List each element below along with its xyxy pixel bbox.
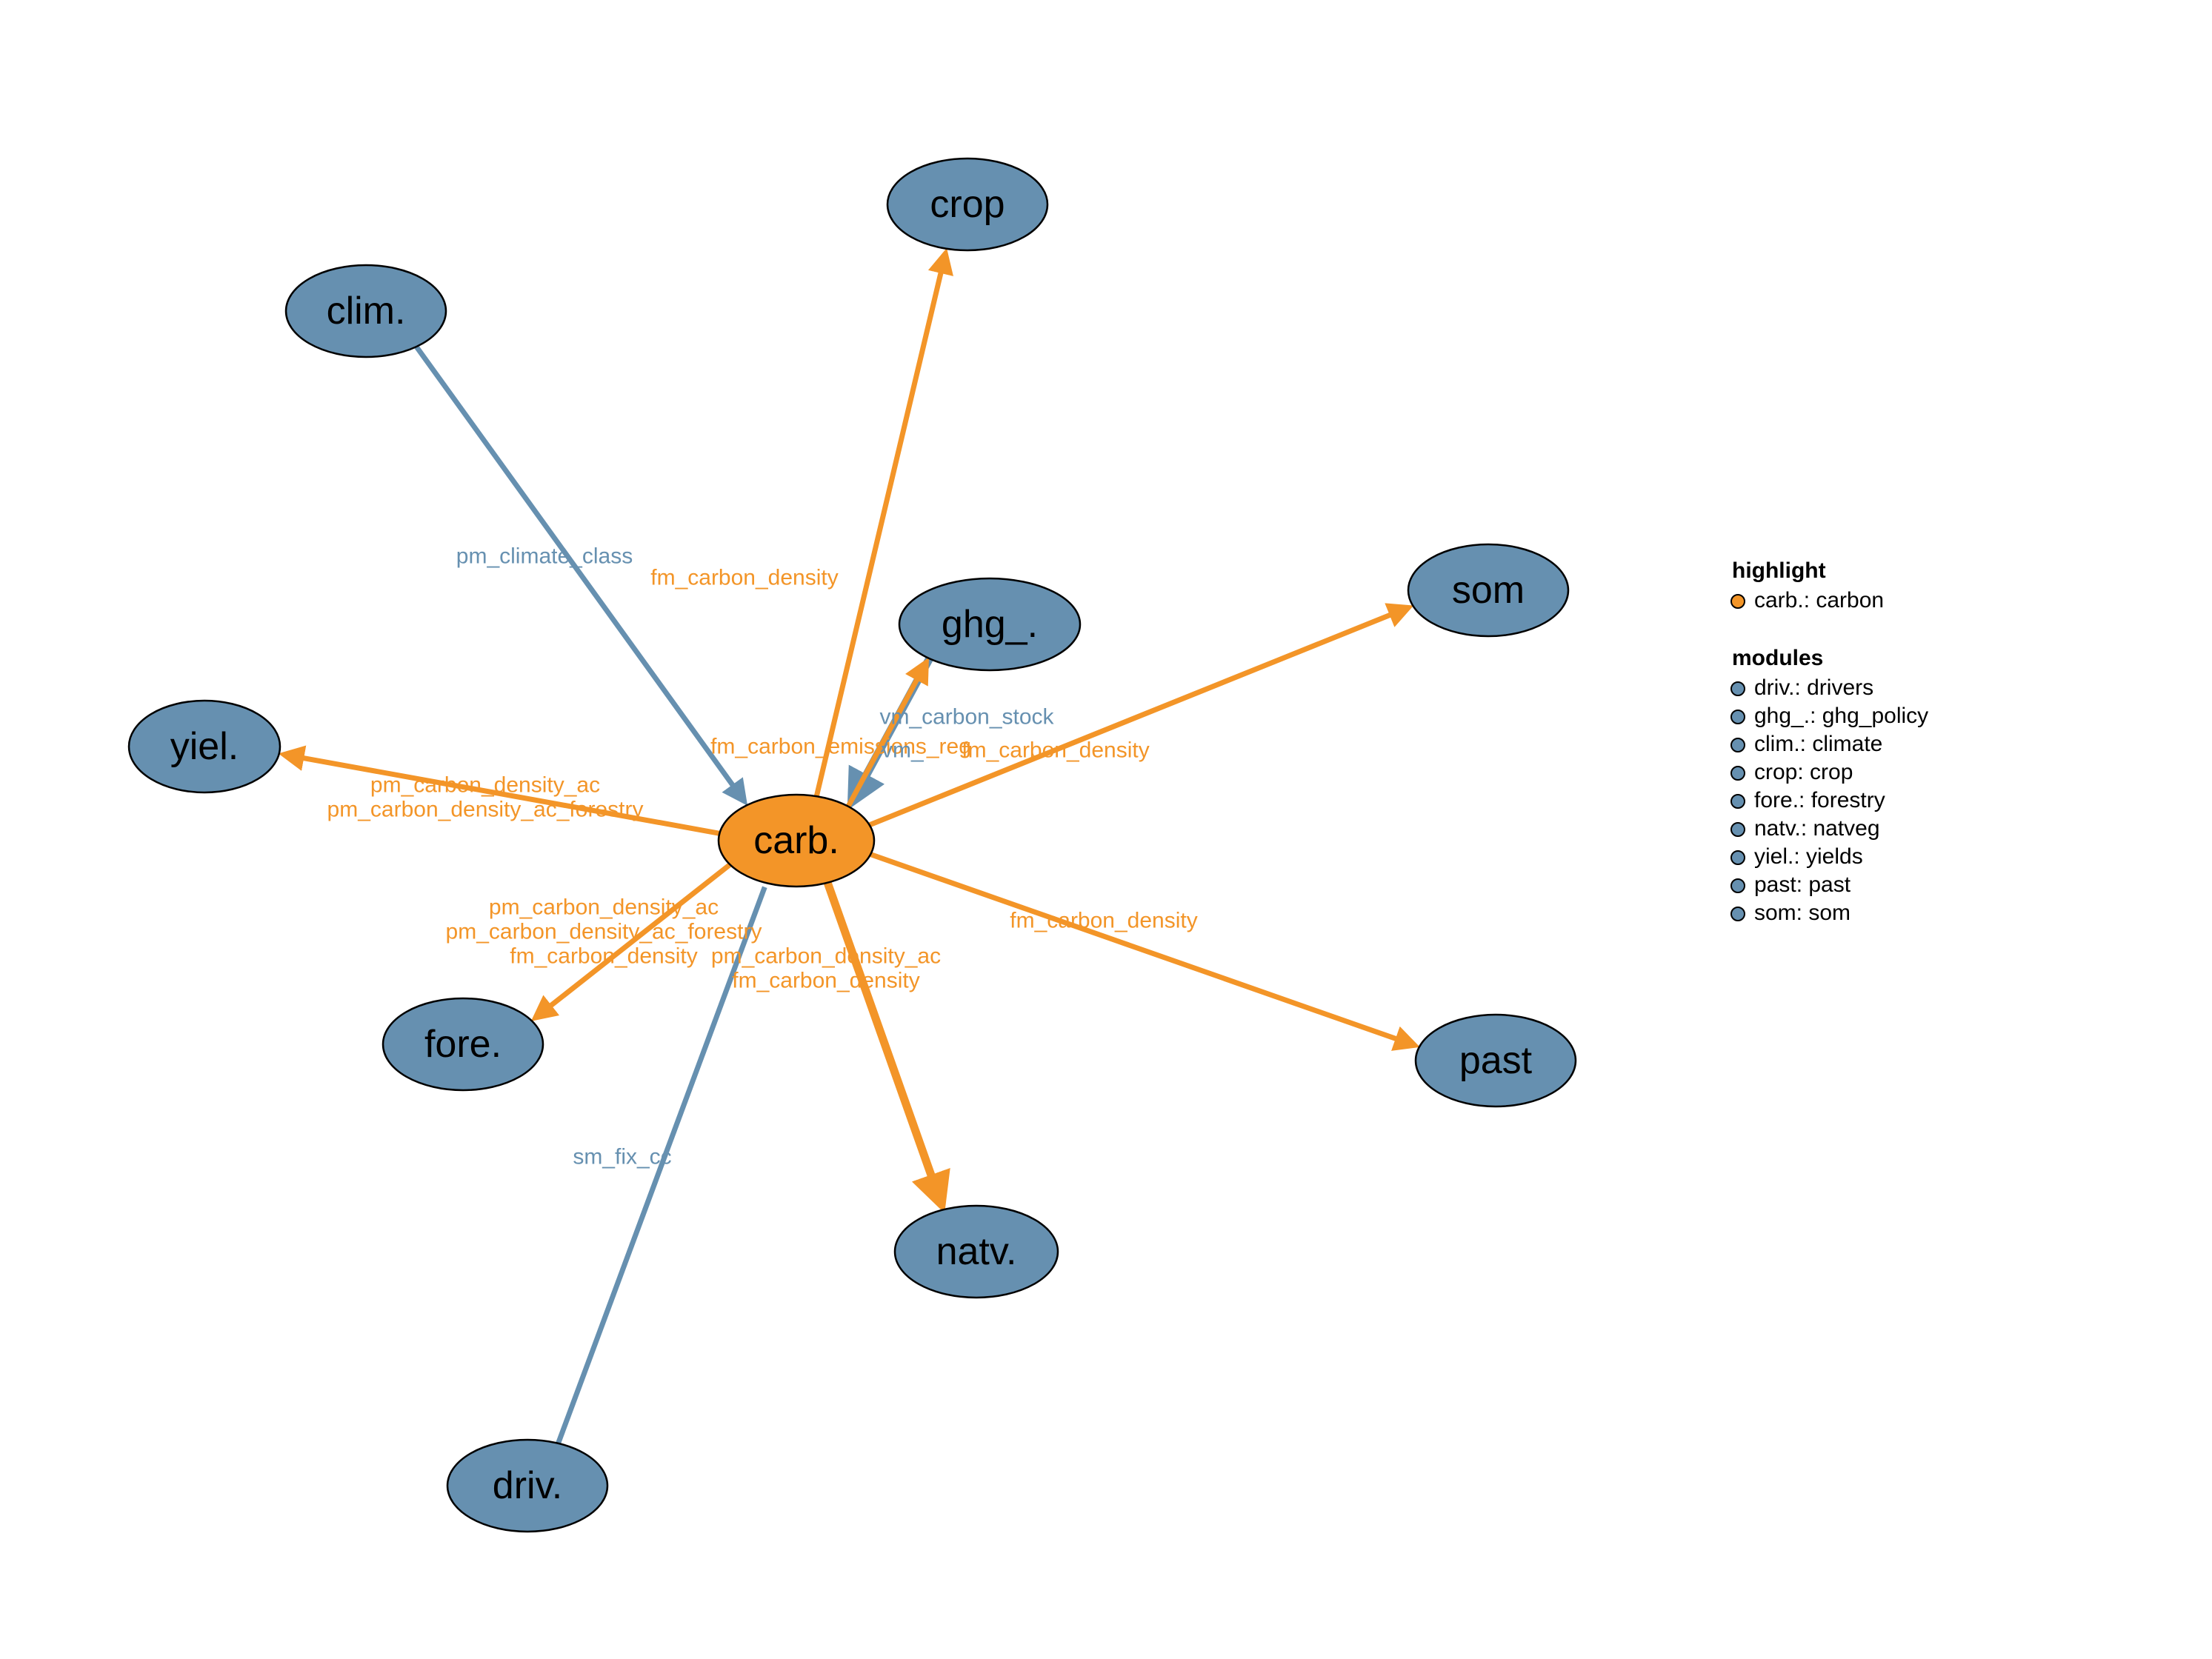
legend-dot-icon bbox=[1731, 879, 1745, 892]
node-label: yiel. bbox=[170, 725, 239, 768]
edge-label: pm_climate_class bbox=[456, 544, 633, 569]
node-fore: fore. bbox=[383, 998, 543, 1090]
edge-carb-natv bbox=[827, 883, 942, 1206]
legend-label: crop: crop bbox=[1754, 760, 1853, 784]
network-diagram: pm_climate_classfm_carbon_densityvm_carb… bbox=[0, 0, 2212, 1659]
node-label: natv. bbox=[936, 1230, 1017, 1273]
legend-row: carb.: carbon bbox=[1731, 588, 1884, 612]
edge-label: pm_carbon_density_ac bbox=[370, 773, 600, 798]
node-label: crop bbox=[930, 183, 1005, 226]
edge-label: vm_carbon_stock bbox=[879, 705, 1054, 730]
legend-dot-icon bbox=[1731, 851, 1745, 864]
edge-label: fm_carbon_density bbox=[510, 944, 697, 969]
legend-row: som: som bbox=[1731, 901, 1850, 925]
node-crop: crop bbox=[887, 158, 1047, 250]
edge-carb-past bbox=[870, 855, 1415, 1046]
legend-label: fore.: forestry bbox=[1754, 788, 1885, 812]
legend-row: driv.: drivers bbox=[1731, 675, 1873, 700]
legend-row: crop: crop bbox=[1731, 760, 1853, 784]
legend: highlight carb.: carbon modules driv.: d… bbox=[1731, 558, 1928, 925]
edge-label: fm_carbon_emissions_reg bbox=[710, 735, 971, 759]
legend-dot-icon bbox=[1731, 682, 1745, 695]
legend-dot-icon bbox=[1731, 767, 1745, 780]
edge-label: fm_carbon_density bbox=[1010, 909, 1197, 933]
node-label: ghg_. bbox=[942, 603, 1038, 646]
legend-label: som: som bbox=[1754, 901, 1850, 925]
legend-dot-icon bbox=[1731, 595, 1745, 608]
legend-label: carb.: carbon bbox=[1754, 588, 1884, 612]
legend-row: clim.: climate bbox=[1731, 732, 1882, 756]
node-som: som bbox=[1408, 544, 1568, 636]
legend-row: natv.: natveg bbox=[1731, 816, 1880, 841]
node-clim: clim. bbox=[286, 265, 446, 357]
node-label: carb. bbox=[753, 819, 839, 862]
nodes: carb. crop clim. ghg_. som yiel. fore. natv. pas… bbox=[129, 158, 1576, 1532]
legend-modules-title: modules bbox=[1732, 646, 1823, 670]
legend-row: yiel.: yields bbox=[1731, 844, 1863, 869]
edge-label: pm_carbon_density_ac bbox=[711, 944, 941, 969]
node-natv: natv. bbox=[895, 1206, 1058, 1298]
legend-dot-icon bbox=[1731, 907, 1745, 921]
legend-dot-icon bbox=[1731, 795, 1745, 808]
edge-label: vm_ bbox=[882, 738, 925, 763]
node-label: clim. bbox=[327, 290, 406, 333]
edge-label: pm_carbon_density_ac_forestry bbox=[327, 798, 644, 822]
legend-dot-icon bbox=[1731, 823, 1745, 836]
edge-label: fm_carbon_density bbox=[962, 738, 1149, 763]
legend-dot-icon bbox=[1731, 710, 1745, 724]
node-ghg: ghg_. bbox=[899, 578, 1080, 670]
node-carb: carb. bbox=[719, 795, 874, 887]
node-label: som bbox=[1452, 569, 1525, 612]
node-label: fore. bbox=[424, 1023, 502, 1066]
legend-row: past: past bbox=[1731, 872, 1851, 897]
legend-row: ghg_.: ghg_policy bbox=[1731, 704, 1928, 728]
legend-label: ghg_.: ghg_policy bbox=[1754, 704, 1928, 728]
legend-label: clim.: climate bbox=[1754, 732, 1882, 756]
edge-label: pm_carbon_density_ac_forestry bbox=[446, 920, 762, 944]
legend-row: fore.: forestry bbox=[1731, 788, 1885, 812]
legend-highlight-title: highlight bbox=[1732, 558, 1826, 583]
legend-dot-icon bbox=[1731, 738, 1745, 752]
legend-label: yiel.: yields bbox=[1754, 844, 1863, 869]
node-label: past bbox=[1459, 1039, 1533, 1082]
edge-label: pm_carbon_density_ac bbox=[489, 895, 719, 920]
legend-label: natv.: natveg bbox=[1754, 816, 1880, 841]
node-driv: driv. bbox=[447, 1440, 607, 1532]
edge-label: fm_carbon_density bbox=[650, 566, 838, 590]
node-label: driv. bbox=[493, 1464, 562, 1507]
edge-label: fm_carbon_density bbox=[732, 969, 919, 993]
node-yiel: yiel. bbox=[129, 701, 280, 792]
legend-label: driv.: drivers bbox=[1754, 675, 1873, 700]
edge-label: sm_fix_cc bbox=[573, 1145, 671, 1169]
legend-label: past: past bbox=[1754, 872, 1851, 897]
node-past: past bbox=[1416, 1015, 1576, 1106]
